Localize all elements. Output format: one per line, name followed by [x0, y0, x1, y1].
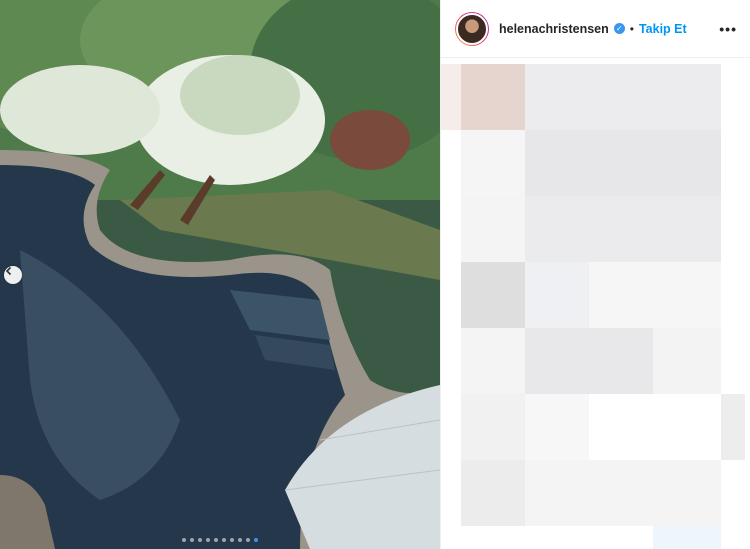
blur-tile	[461, 262, 525, 328]
post-header: helenachristensen ✓ • Takip Et •••	[441, 0, 750, 58]
carousel-dot	[190, 538, 194, 542]
blur-tile	[525, 328, 653, 394]
blur-tile	[461, 64, 525, 130]
blur-tile	[653, 526, 721, 549]
carousel-dot-active	[254, 538, 258, 542]
username-link[interactable]: helenachristensen	[499, 22, 609, 36]
post-photo	[0, 0, 440, 549]
carousel-dot	[214, 538, 218, 542]
blur-tile	[525, 130, 721, 196]
blur-tile	[525, 262, 589, 328]
separator: •	[629, 21, 634, 36]
carousel-indicator	[0, 538, 440, 542]
carousel-dot	[182, 538, 186, 542]
avatar[interactable]	[455, 11, 489, 46]
blur-tile	[653, 328, 721, 394]
blur-tile	[525, 196, 721, 262]
blur-tile	[461, 460, 525, 526]
blur-tile	[461, 328, 525, 394]
avatar-image	[456, 12, 488, 45]
garden-pool-image	[0, 0, 440, 549]
carousel-dot	[198, 538, 202, 542]
blur-tile	[525, 394, 589, 460]
carousel-dot	[230, 538, 234, 542]
blur-tile	[525, 64, 721, 130]
blurred-comments-area	[441, 64, 750, 549]
chevron-left-icon	[5, 266, 12, 276]
carousel-dot	[222, 538, 226, 542]
blur-tile	[461, 130, 525, 196]
blur-tile	[721, 394, 745, 460]
carousel-dot	[238, 538, 242, 542]
blur-tile	[461, 394, 525, 460]
carousel-dot	[206, 538, 210, 542]
blur-tile	[441, 64, 461, 130]
carousel-dot	[246, 538, 250, 542]
verified-badge-icon: ✓	[613, 23, 625, 34]
follow-button[interactable]: Takip Et	[639, 22, 687, 36]
carousel-prev-button[interactable]	[4, 266, 22, 284]
blur-tile	[461, 196, 525, 262]
blur-tile	[525, 460, 721, 526]
post-side-panel: helenachristensen ✓ • Takip Et •••	[440, 0, 750, 549]
blur-tile	[589, 262, 721, 328]
more-options-icon[interactable]: •••	[719, 21, 737, 37]
